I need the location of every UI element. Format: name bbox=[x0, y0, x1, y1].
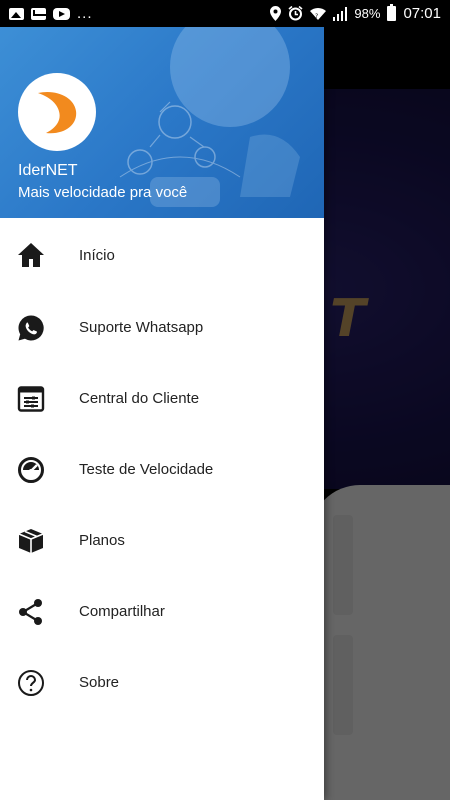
menu-item-planos[interactable]: Planos bbox=[0, 505, 324, 576]
menu-item-teste-de-velocidade[interactable]: Teste de Velocidade bbox=[0, 434, 324, 505]
home-icon bbox=[16, 240, 46, 270]
menu-item-suporte-whatsapp[interactable]: Suporte Whatsapp bbox=[0, 292, 324, 363]
drawer-menu: Início Suporte Whatsapp Central do Clien… bbox=[0, 218, 324, 718]
navigation-drawer: IderNET Mais velocidade pra você Início … bbox=[0, 27, 324, 800]
battery-icon bbox=[387, 4, 397, 21]
clock: 07:01 bbox=[403, 5, 441, 22]
menu-item-compartilhar[interactable]: Compartilhar bbox=[0, 576, 324, 647]
mail-icon bbox=[31, 7, 46, 20]
customer-center-icon bbox=[16, 384, 46, 414]
wifi-icon: ? bbox=[310, 7, 327, 20]
app-name: IderNET bbox=[18, 162, 78, 179]
menu-item-label: Início bbox=[79, 246, 115, 264]
whatsapp-icon bbox=[16, 313, 46, 343]
speedometer-icon bbox=[16, 455, 46, 485]
battery-percent: 98% bbox=[354, 6, 381, 21]
menu-item-central-do-cliente[interactable]: Central do Cliente bbox=[0, 363, 324, 434]
menu-item-inicio[interactable]: Início bbox=[0, 218, 324, 292]
menu-item-label: Compartilhar bbox=[79, 603, 165, 620]
menu-item-label: Planos bbox=[79, 532, 125, 549]
location-icon bbox=[270, 6, 282, 21]
signal-icon bbox=[333, 6, 348, 21]
menu-item-label: Central do Cliente bbox=[79, 390, 200, 407]
status-bar: ... ? 98% 07:01 bbox=[0, 0, 450, 27]
app-tagline: Mais velocidade pra você bbox=[18, 184, 188, 201]
image-icon bbox=[9, 7, 24, 20]
alarm-icon bbox=[288, 6, 303, 21]
youtube-icon bbox=[53, 7, 70, 20]
package-icon bbox=[16, 526, 46, 556]
menu-item-label: Suporte Whatsapp bbox=[79, 319, 204, 336]
menu-item-label: Sobre bbox=[79, 674, 120, 691]
app-logo-avatar bbox=[18, 73, 96, 151]
more-notifications: ... bbox=[77, 5, 93, 22]
svg-text:?: ? bbox=[315, 13, 318, 20]
help-icon bbox=[16, 668, 46, 698]
menu-item-sobre[interactable]: Sobre bbox=[0, 647, 324, 718]
menu-item-label: Teste de Velocidade bbox=[79, 461, 214, 478]
drawer-header: IderNET Mais velocidade pra você bbox=[0, 27, 324, 218]
idernet-logo-icon bbox=[38, 91, 77, 134]
share-icon bbox=[16, 597, 46, 627]
